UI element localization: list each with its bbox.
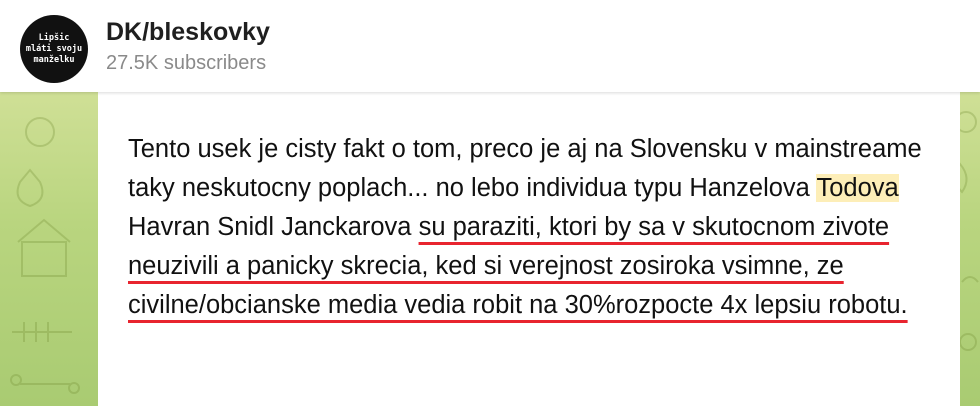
cat-doodle-icon (16, 168, 44, 208)
highlighted-name: Todova (816, 174, 899, 202)
message-text-plain: Havran Snidl Janckarova (128, 213, 419, 241)
bubble-doodle-icon (25, 117, 55, 147)
fishbone-doodle-icon (12, 322, 72, 342)
channel-avatar[interactable]: Lipšic mláti svoju manželku (20, 15, 88, 83)
avatar-label: Lipšic mláti svoju manželku (25, 32, 83, 65)
doghouse-doodle-icon (21, 241, 67, 277)
channel-title[interactable]: DK/bleskovky (106, 18, 270, 47)
message-text: Tento usek je cisty fakt o tom, preco je… (128, 130, 928, 325)
message-bubble: Tento usek je cisty fakt o tom, preco je… (98, 92, 960, 406)
paw-doodle-icon (961, 276, 979, 283)
message-text-plain: Tento usek je cisty fakt o tom, preco je… (128, 135, 922, 202)
channel-header: Lipšic mláti svoju manželku DK/bleskovky… (0, 0, 980, 92)
subscriber-count: 27.5K subscribers (106, 52, 267, 74)
